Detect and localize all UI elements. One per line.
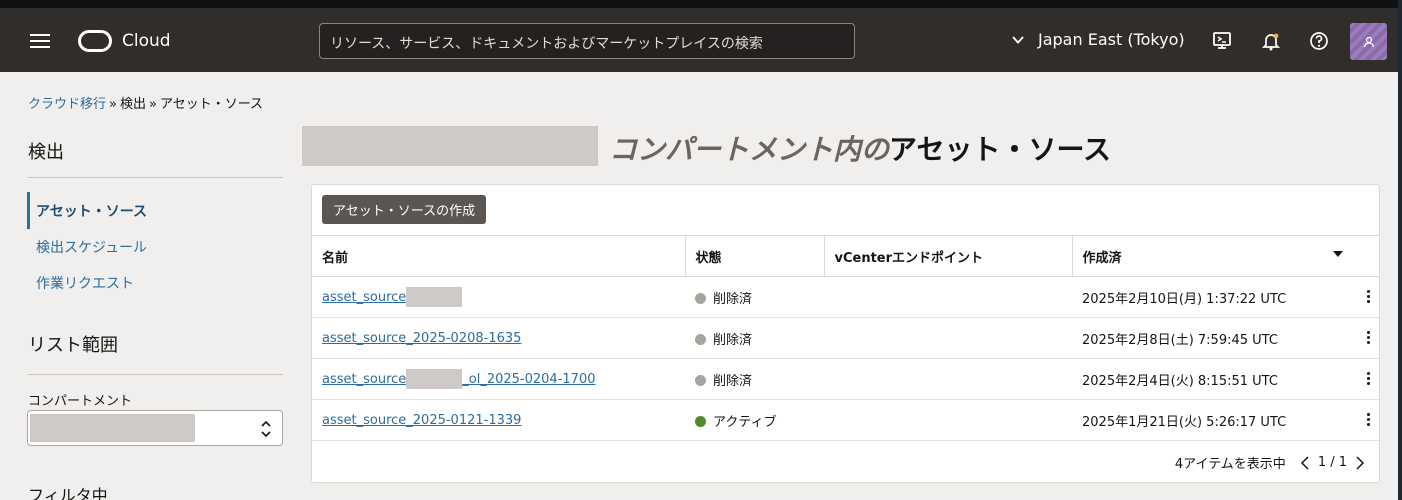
list-scope-heading: リスト範囲: [28, 335, 118, 356]
brand-label[interactable]: Cloud: [122, 31, 171, 51]
table-row: asset_source 削除済 2025年2月10日(月) 1:37:22 U…: [312, 276, 1379, 318]
content-area: クラウド移行» 検出» アセット・ソース 検出 アセット・ソース 検出スケジュール …: [0, 72, 1398, 500]
cell-state: 削除済: [685, 276, 824, 318]
sidebar-item-asset-sources[interactable]: アセット・ソース: [36, 201, 147, 221]
cell-created: 2025年2月4日(火) 8:15:51 UTC: [1072, 358, 1379, 400]
asset-source-name: asset_source: [322, 289, 407, 305]
kebab-icon[interactable]: [1367, 413, 1371, 428]
page-indicator: 1 / 1: [1317, 455, 1347, 470]
column-header-endpoint[interactable]: vCenterエンドポイント: [824, 235, 1073, 277]
compartment-label: コンパートメント: [28, 394, 133, 409]
bell-icon[interactable]: [1261, 31, 1281, 51]
region-selector[interactable]: Japan East (Tokyo): [1012, 30, 1185, 49]
avatar-icon[interactable]: [1350, 23, 1387, 60]
created-value: 2025年2月10日(月) 1:37:22 UTC: [1082, 291, 1287, 307]
sort-caret-icon[interactable]: [1333, 250, 1343, 257]
select-updown-icon: [261, 420, 271, 438]
cell-created: 2025年2月8日(土) 7:59:45 UTC: [1072, 317, 1379, 359]
pagination-footer: 4アイテムを表示中 1 / 1: [1175, 453, 1373, 472]
asset-source-link[interactable]: asset_source_2025-0208-1635: [322, 331, 521, 346]
cell-endpoint: [824, 399, 1072, 441]
compartment-select[interactable]: [27, 410, 283, 446]
person-icon: [1363, 36, 1374, 47]
divider: [28, 177, 283, 178]
divider: [28, 374, 283, 375]
table-row: asset_source _ol_2025-0204-1700 削除済 2025年…: [312, 358, 1379, 400]
column-header-created[interactable]: 作成済: [1072, 235, 1379, 277]
status-dot: [695, 374, 706, 386]
page-title-text: アセット・ソース: [889, 133, 1112, 166]
cell-name: asset_source_2025-0121-1339: [312, 399, 685, 441]
redacted-text: [406, 287, 463, 307]
asset-sources-table: 名前 状態 vCenterエンドポイント 作成済 asset_source 削除…: [312, 235, 1379, 441]
oracle-logo-icon[interactable]: [78, 30, 112, 52]
table-row: asset_source_2025-0121-1339 アクティブ 2025年1…: [312, 399, 1379, 441]
status-label: 削除済: [713, 373, 753, 389]
status-dot: [695, 292, 706, 304]
item-count: 4アイテムを表示中: [1174, 457, 1286, 472]
search-input[interactable]: リソース、サービス、ドキュメントおよびマーケットプレイスの検索: [319, 23, 855, 59]
help-icon[interactable]: [1309, 31, 1329, 51]
column-header-created-label: 作成済: [1082, 250, 1122, 266]
asset-source-link[interactable]: asset_source: [322, 287, 463, 307]
table-row: asset_source_2025-0208-1635 削除済 2025年2月8…: [312, 317, 1379, 359]
asset-source-link[interactable]: asset_source_2025-0121-1339: [322, 413, 521, 428]
cell-state: 削除済: [685, 358, 824, 400]
chevron-down-icon: [1012, 35, 1024, 44]
region-label: Japan East (Tokyo): [1038, 30, 1185, 49]
breadcrumb-current: アセット・ソース: [159, 97, 264, 112]
create-asset-source-button[interactable]: アセット・ソースの作成: [322, 195, 487, 224]
kebab-icon[interactable]: [1367, 372, 1371, 387]
breadcrumb-separator: »: [109, 97, 117, 112]
top-navigation-bar: Cloud リソース、サービス、ドキュメントおよびマーケットプレイスの検索 Ja…: [0, 8, 1398, 72]
asset-source-name: asset_source: [322, 371, 407, 387]
cell-name: asset_source: [312, 276, 685, 318]
created-value: 2025年2月8日(土) 7:59:45 UTC: [1082, 332, 1278, 348]
status-label: アクティブ: [713, 414, 777, 430]
redacted-text: [406, 369, 463, 389]
cell-name: asset_source_2025-0208-1635: [312, 317, 685, 359]
sidebar-item-discovery-schedules[interactable]: 検出スケジュール: [36, 237, 147, 257]
breadcrumb-discovery[interactable]: 検出: [120, 97, 146, 112]
asset-sources-panel: アセット・ソースの作成 名前 状態 vCenterエンドポイント 作成済 ass…: [311, 184, 1380, 483]
table-header-row: 名前 状態 vCenterエンドポイント 作成済: [312, 235, 1379, 277]
cell-name: asset_source _ol_2025-0204-1700: [312, 358, 685, 400]
redacted-value: [30, 414, 195, 442]
breadcrumb-cloud-migration[interactable]: クラウド移行: [28, 97, 106, 112]
cell-created: 2025年2月10日(月) 1:37:22 UTC: [1072, 276, 1379, 318]
status-label: 削除済: [713, 291, 753, 307]
prev-page-icon[interactable]: [1300, 455, 1310, 470]
created-value: 2025年1月21日(火) 5:26:17 UTC: [1082, 414, 1287, 430]
status-dot: [695, 333, 706, 345]
menu-icon[interactable]: [30, 34, 50, 48]
asset-source-link[interactable]: asset_source _ol_2025-0204-1700: [322, 369, 596, 389]
sidebar-heading: 検出: [28, 142, 64, 163]
cell-state: 削除済: [685, 317, 824, 359]
status-dot: [695, 415, 706, 427]
sidebar-item-work-requests[interactable]: 作業リクエスト: [36, 273, 134, 293]
page-title: コンパートメント内のアセット・ソース: [609, 128, 1111, 168]
column-header-state[interactable]: 状態: [685, 235, 825, 277]
redacted-compartment-name: [302, 126, 598, 166]
status-label: 削除済: [713, 332, 753, 348]
breadcrumb-separator: »: [149, 97, 157, 112]
window-frame-right: [1398, 0, 1402, 500]
cell-endpoint: [824, 317, 1072, 359]
cell-created: 2025年1月21日(火) 5:26:17 UTC: [1072, 399, 1379, 441]
next-page-icon[interactable]: [1355, 455, 1365, 470]
cell-endpoint: [824, 358, 1072, 400]
kebab-icon[interactable]: [1367, 290, 1371, 305]
filter-heading: フィルタ中: [28, 486, 108, 500]
kebab-icon[interactable]: [1367, 331, 1371, 346]
cell-state: アクティブ: [685, 399, 824, 441]
column-header-name[interactable]: 名前: [312, 235, 686, 277]
breadcrumb: クラウド移行» 検出» アセット・ソース: [28, 93, 263, 112]
created-value: 2025年2月4日(火) 8:15:51 UTC: [1082, 373, 1278, 389]
page-title-compartment: コンパートメント内の: [609, 133, 890, 166]
window-frame-top: [0, 0, 1402, 8]
cloud-shell-icon[interactable]: [1212, 31, 1232, 51]
cell-endpoint: [824, 276, 1072, 318]
active-indicator: [27, 192, 30, 229]
asset-source-name-suffix: _ol_2025-0204-1700: [462, 371, 596, 387]
